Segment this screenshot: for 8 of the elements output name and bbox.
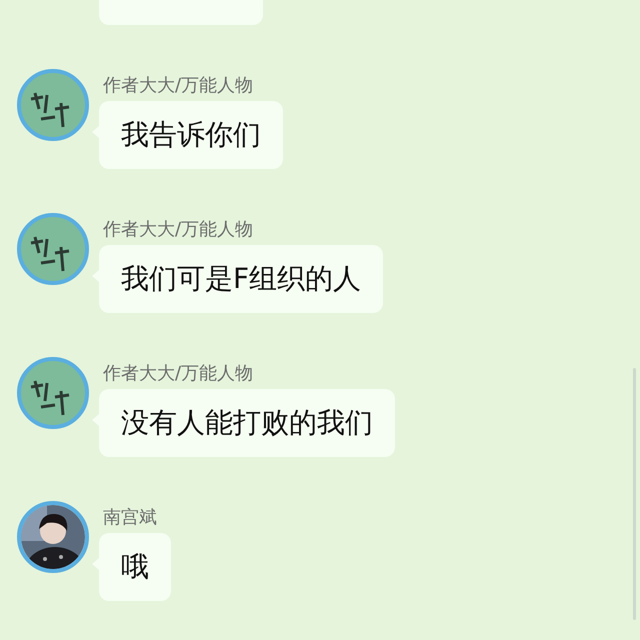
message-text: 没有人能打败的我们 [121, 409, 373, 437]
sender-name: 作者大大/万能人物 [102, 363, 254, 385]
sender-name: 南宫斌 [102, 507, 158, 529]
message-text: 我们可是F组织的人 [121, 265, 362, 293]
sender-name: 作者大大/万能人物 [102, 219, 254, 241]
message-text: 我告诉你们 [121, 121, 261, 149]
sender-name: 作者大大/万能人物 [102, 75, 254, 97]
message-text: 哦 [121, 553, 149, 581]
